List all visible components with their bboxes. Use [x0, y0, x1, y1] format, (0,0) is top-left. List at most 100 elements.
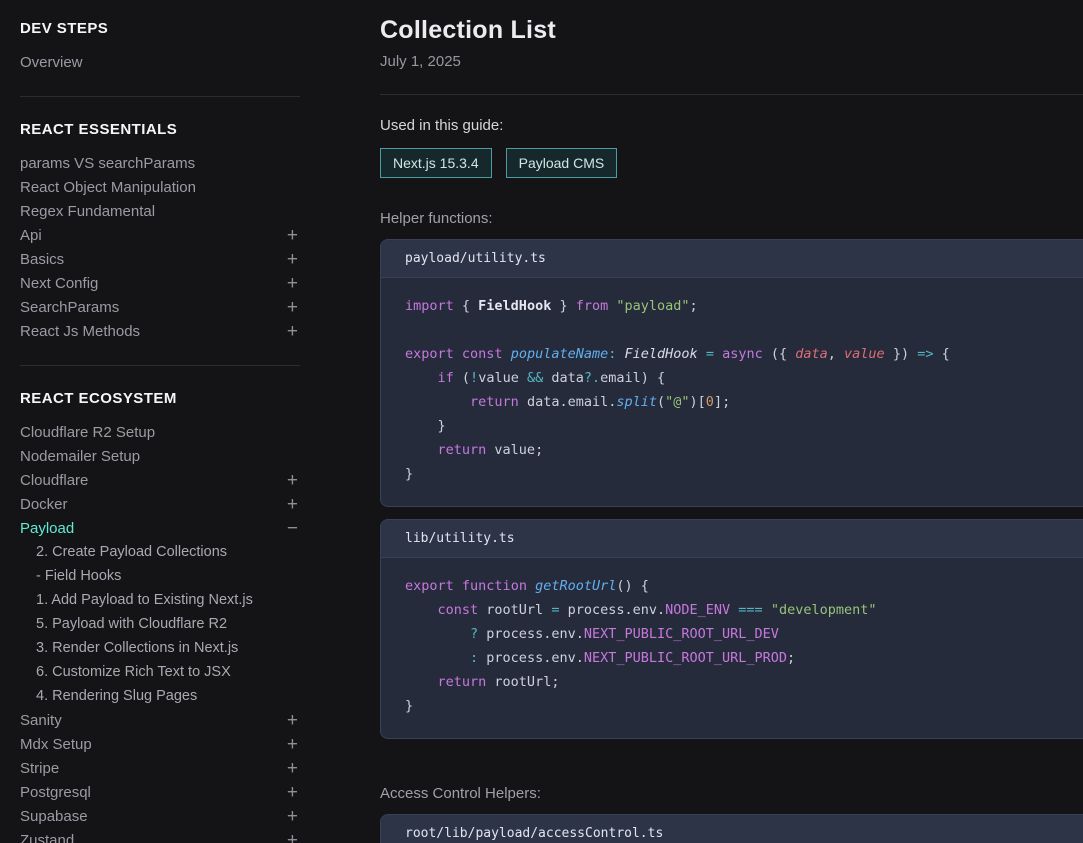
- badge-payload-cms: Payload CMS: [506, 148, 618, 178]
- section-divider: [20, 96, 300, 97]
- sidebar-section-title: REACT ECOSYSTEM: [20, 390, 300, 407]
- sidebar-item-supabase[interactable]: Supabase +: [20, 804, 300, 828]
- sidebar-item-params-vs-searchparams[interactable]: params VS searchParams: [20, 151, 300, 175]
- expand-icon[interactable]: +: [287, 274, 298, 293]
- code-block: lib/utility.tsexport function getRootUrl…: [380, 519, 1083, 739]
- sidebar-nav: DEV STEPS Overview REACT ESSENTIALS params …: [20, 20, 300, 843]
- sidebar-section-title: DEV STEPS: [20, 20, 300, 37]
- sidebar-item-basics[interactable]: Basics +: [20, 247, 300, 271]
- sidebar-item-label: React Object Manipulation: [20, 179, 196, 196]
- code-block-slot: root/lib/payload/accessControl.tsimport …: [380, 814, 1083, 843]
- sidebar-item-label: Nodemailer Setup: [20, 448, 140, 465]
- helper-functions-label: Helper functions:: [380, 210, 1083, 227]
- code-line: if (!value && data?.email) {: [405, 366, 1059, 390]
- code-filename: lib/utility.ts: [381, 520, 1083, 558]
- sidebar-item-cloudflare[interactable]: Cloudflare+: [20, 468, 300, 492]
- header-divider: [380, 94, 1083, 95]
- expand-icon[interactable]: +: [287, 250, 298, 269]
- app: DEV STEPS Overview REACT ESSENTIALS params …: [0, 0, 1083, 843]
- code-block-slot: lib/utility.tsexport function getRootUrl…: [380, 519, 1083, 739]
- sidebar-item-cloudflare-r2-setup[interactable]: Cloudflare R2 Setup: [20, 420, 300, 444]
- code-body: export function getRootUrl() { const roo…: [381, 558, 1083, 738]
- sidebar-subitem-2-create-payload-collections[interactable]: 2. Create Payload Collections: [20, 540, 300, 564]
- sidebar-item-label: Overview: [20, 54, 83, 71]
- sidebar-item-payload[interactable]: Payload −: [20, 516, 300, 540]
- sidebar-item-next-config[interactable]: Next Config +: [20, 271, 300, 295]
- code-line: return data.email.split("@")[0];: [405, 390, 1059, 414]
- expand-icon[interactable]: +: [287, 495, 298, 514]
- sidebar-item-label: Postgresql: [20, 784, 91, 801]
- sidebar-item-label: Supabase: [20, 808, 88, 825]
- code-block: root/lib/payload/accessControl.tsimport …: [380, 814, 1083, 843]
- sidebar-item-label: Stripe: [20, 760, 59, 777]
- sidebar-item-mdx-setup[interactable]: Mdx Setup +: [20, 732, 300, 756]
- expand-icon[interactable]: +: [287, 735, 298, 754]
- code-line: }: [405, 694, 1059, 718]
- expand-icon[interactable]: +: [287, 759, 298, 778]
- sidebar-item-label: Regex Fundamental: [20, 203, 155, 220]
- code-filename: root/lib/payload/accessControl.ts: [381, 815, 1083, 843]
- expand-icon[interactable]: +: [287, 711, 298, 730]
- sidebar-subitem-3-render-collections-in-next-js[interactable]: 3. Render Collections in Next.js: [20, 636, 300, 660]
- sidebar-item-api[interactable]: Api +: [20, 223, 300, 247]
- sidebar-item-react-js-methods[interactable]: React Js Methods+: [20, 319, 300, 343]
- sidebar-item-sanity[interactable]: Sanity +: [20, 708, 300, 732]
- expand-icon[interactable]: +: [287, 226, 298, 245]
- code-body: import { FieldHook } from "payload"; exp…: [381, 278, 1083, 506]
- expand-icon[interactable]: +: [287, 783, 298, 802]
- code-block: payload/utility.tsimport { FieldHook } f…: [380, 239, 1083, 507]
- sidebar-item-label: Cloudflare R2 Setup: [20, 424, 155, 441]
- sidebar-subitem-6-customize-rich-text-to-jsx[interactable]: 6. Customize Rich Text to JSX: [20, 660, 300, 684]
- sidebar-item-react-object-manipulation[interactable]: React Object Manipulation: [20, 175, 300, 199]
- sidebar-subitem-5-payload-with-cloudflare-r2[interactable]: 5. Payload with Cloudflare R2: [20, 612, 300, 636]
- badge-next-js-15-3-4: Next.js 15.3.4: [380, 148, 492, 178]
- sidebar-item-stripe[interactable]: Stripe +: [20, 756, 300, 780]
- sidebar-item-searchparams[interactable]: SearchParams +: [20, 295, 300, 319]
- expand-icon[interactable]: +: [287, 471, 298, 490]
- sidebar-item-regex-fundamental[interactable]: Regex Fundamental: [20, 199, 300, 223]
- code-line: }: [405, 462, 1059, 486]
- code-line: import { FieldHook } from "payload";: [405, 294, 1059, 318]
- main-content: Collection List July 1, 2025 Used in thi…: [300, 0, 1083, 843]
- sidebar-item-label: Payload: [20, 520, 74, 537]
- code-line: return rootUrl;: [405, 670, 1059, 694]
- sidebar-subitem-4-rendering-slug-pages[interactable]: 4. Rendering Slug Pages: [20, 684, 300, 708]
- sidebar-item-label: Docker: [20, 496, 68, 513]
- sidebar-item-label: Next Config: [20, 275, 98, 292]
- sidebar-item-postgresql[interactable]: Postgresql +: [20, 780, 300, 804]
- code-block-slot: payload/utility.tsimport { FieldHook } f…: [380, 239, 1083, 507]
- page-title: Collection List: [380, 16, 1083, 45]
- collapse-icon[interactable]: −: [287, 519, 298, 538]
- code-line: }: [405, 414, 1059, 438]
- expand-icon[interactable]: +: [287, 831, 298, 843]
- sidebar-item-label: Mdx Setup: [20, 736, 92, 753]
- sidebar-subitem-1-add-payload-to-existing-next-js[interactable]: 1. Add Payload to Existing Next.js: [20, 588, 300, 612]
- sidebar-item-label: SearchParams: [20, 299, 119, 316]
- sidebar-item-label: Zustand: [20, 832, 74, 843]
- page-date: July 1, 2025: [380, 53, 1083, 70]
- sidebar: DEV STEPS Overview REACT ESSENTIALS params …: [0, 0, 300, 843]
- sidebar-item-nodemailer-setup[interactable]: Nodemailer Setup: [20, 444, 300, 468]
- badge-list: Next.js 15.3.4 Payload CMS: [380, 148, 1083, 178]
- access-control-label: Access Control Helpers:: [380, 785, 1083, 802]
- sidebar-item-docker[interactable]: Docker +: [20, 492, 300, 516]
- sidebar-subitem-field-hooks[interactable]: - Field Hooks: [20, 564, 300, 588]
- sidebar-item-label: Sanity: [20, 712, 62, 729]
- used-in-guide-label: Used in this guide:: [380, 117, 1083, 134]
- sidebar-item-zustand[interactable]: Zustand +: [20, 828, 300, 843]
- sidebar-section-title: REACT ESSENTIALS: [20, 121, 300, 138]
- sidebar-item-label: params VS searchParams: [20, 155, 195, 172]
- sidebar-item-overview[interactable]: Overview: [20, 50, 300, 74]
- code-line: const rootUrl = process.env.NODE_ENV ===…: [405, 598, 1059, 622]
- sidebar-item-label: Basics: [20, 251, 64, 268]
- code-line: ? process.env.NEXT_PUBLIC_ROOT_URL_DEV: [405, 622, 1059, 646]
- expand-icon[interactable]: +: [287, 322, 298, 341]
- code-line: export function getRootUrl() {: [405, 574, 1059, 598]
- code-filename: payload/utility.ts: [381, 240, 1083, 278]
- code-line: [405, 318, 1059, 342]
- code-line: : process.env.NEXT_PUBLIC_ROOT_URL_PROD;: [405, 646, 1059, 670]
- code-line: export const populateName: FieldHook = a…: [405, 342, 1059, 366]
- sidebar-item-label: Api: [20, 227, 42, 244]
- expand-icon[interactable]: +: [287, 807, 298, 826]
- expand-icon[interactable]: +: [287, 298, 298, 317]
